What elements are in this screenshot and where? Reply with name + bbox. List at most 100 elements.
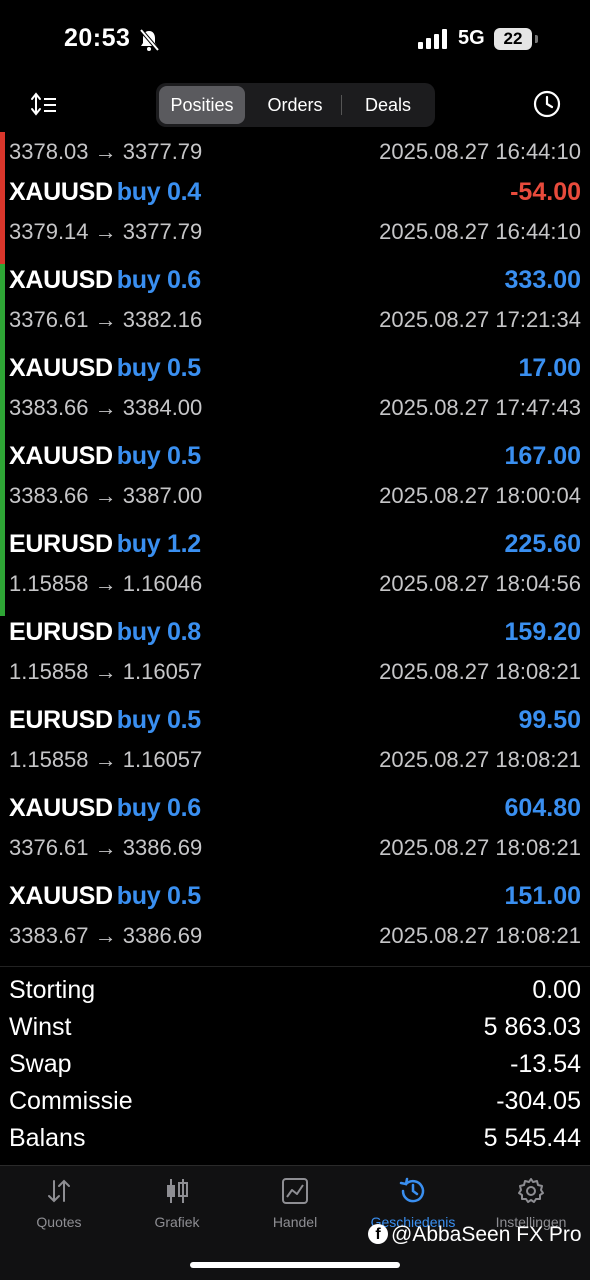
bell-muted-icon	[139, 28, 160, 52]
loss-indicator-bar	[0, 132, 5, 176]
deals-list: 3378.03 → 3377.79 2025.08.27 16:44:10 XA…	[0, 132, 590, 967]
deal-profit: 159.20	[504, 618, 581, 646]
deal-prices: 3383.67 → 3386.69	[9, 923, 203, 948]
list-item[interactable]: XAUUSD buy 0.5 167.00 3383.66 → 3387.00 2…	[0, 440, 590, 528]
summary-row-commissie: Commissie -304.05	[0, 1085, 590, 1122]
deal-profit: 225.60	[504, 530, 581, 558]
deal-profit: 604.80	[504, 794, 581, 822]
list-item[interactable]: XAUUSD buy 0.5 151.00 3383.67 → 3386.69 2…	[0, 880, 590, 967]
summary-value: 0.00	[532, 976, 581, 1004]
list-item[interactable]: EURUSD buy 0.5 99.50 1.15858 → 1.16057 20…	[0, 704, 590, 792]
summary-value: -13.54	[510, 1050, 581, 1078]
profit-indicator-bar	[0, 440, 5, 528]
deal-symbol: XAUUSD buy 0.6	[9, 794, 201, 822]
segmented-control: Posities Orders Deals	[156, 83, 435, 127]
summary-label: Winst	[9, 1013, 72, 1041]
deal-profit: 99.50	[518, 706, 581, 734]
deal-prices: 1.15858 → 1.16057	[9, 747, 203, 772]
summary-value: 5 863.03	[483, 1013, 581, 1041]
deal-symbol: XAUUSD buy 0.5	[9, 882, 201, 910]
candlestick-icon	[167, 1179, 188, 1203]
list-item[interactable]: XAUUSD buy 0.6 604.80 3376.61 → 3386.69 2…	[0, 792, 590, 880]
deal-symbol: XAUUSD buy 0.4	[9, 178, 201, 206]
segment-divider	[341, 95, 342, 115]
deal-prices: 1.15858 → 1.16057	[9, 659, 203, 684]
gear-icon	[518, 1178, 544, 1203]
sort-icon[interactable]	[30, 91, 58, 119]
deal-symbol: EURUSD buy 0.8	[9, 618, 201, 646]
deal-symbol: XAUUSD buy 0.6	[9, 266, 201, 294]
trade-chart-icon	[282, 1178, 308, 1204]
deal-symbol: XAUUSD buy 0.5	[9, 442, 201, 470]
deal-symbol: EURUSD buy 1.2	[9, 530, 201, 558]
watermark: f @AbbaSeen FX Pro	[368, 1222, 582, 1248]
clock-icon[interactable]	[532, 89, 562, 119]
summary-row-swap: Swap -13.54	[0, 1048, 590, 1085]
deal-prices: 3383.66 → 3384.00	[9, 395, 203, 420]
deal-profit: 17.00	[518, 354, 581, 382]
list-item[interactable]: XAUUSD buy 0.5 17.00 3383.66 → 3384.00 20…	[0, 352, 590, 440]
deal-date: 2025.08.27 18:08:21	[379, 659, 581, 684]
summary-divider	[0, 966, 590, 967]
tab-grafiek[interactable]: Grafiek	[118, 1176, 236, 1236]
deal-date: 2025.08.27 18:00:04	[379, 483, 581, 508]
facebook-icon: f	[368, 1224, 388, 1244]
summary-value: 5 545.44	[483, 1124, 581, 1152]
deal-date: 2025.08.27 16:44:10	[379, 219, 581, 244]
profit-indicator-bar	[0, 264, 5, 352]
home-indicator[interactable]	[190, 1262, 400, 1268]
list-item[interactable]: XAUUSD buy 0.4 -54.00 3379.14 → 3377.79 2…	[0, 176, 590, 264]
quotes-icon	[48, 1179, 70, 1203]
summary-label: Commissie	[9, 1087, 133, 1115]
deal-profit: -54.00	[510, 178, 581, 206]
deal-prices: 3376.61 → 3382.16	[9, 307, 203, 332]
summary-label: Swap	[9, 1050, 72, 1078]
deal-date: 2025.08.27 18:08:21	[379, 835, 581, 860]
summary-row-balans: Balans 5 545.44	[0, 1122, 590, 1159]
deal-prices: 3376.61 → 3386.69	[9, 835, 203, 860]
tab-label: Grafiek	[154, 1214, 200, 1230]
list-item[interactable]: XAUUSD buy 0.6 333.00 3376.61 → 3382.16 2…	[0, 264, 590, 352]
battery-icon: 22	[494, 28, 532, 50]
profit-indicator-bar	[0, 352, 5, 440]
deal-prices: 3383.66 → 3387.00	[9, 483, 203, 508]
tab-label: Handel	[272, 1214, 318, 1230]
deal-profit: 167.00	[504, 442, 581, 470]
status-bar: 20:53 5G 22	[0, 0, 590, 80]
deal-date: 2025.08.27 17:47:43	[379, 395, 581, 420]
deal-date: 2025.08.27 18:08:21	[379, 923, 581, 948]
tab-orders[interactable]: Orders	[250, 86, 340, 124]
signal-icon	[418, 29, 447, 49]
deal-profit: 333.00	[504, 266, 581, 294]
battery-tip	[535, 35, 538, 43]
deal-prices: 3378.03 → 3377.79	[9, 139, 203, 164]
deal-profit: 151.00	[504, 882, 581, 910]
network-type: 5G	[458, 27, 485, 49]
list-item[interactable]: EURUSD buy 1.2 225.60 1.15858 → 1.16046 2…	[0, 528, 590, 616]
list-item[interactable]: EURUSD buy 0.8 159.20 1.15858 → 1.16057 2…	[0, 616, 590, 704]
deal-date: 2025.08.27 18:04:56	[379, 571, 581, 596]
summary-row-winst: Winst 5 863.03	[0, 1011, 590, 1048]
deal-date: 2025.08.27 17:21:34	[379, 307, 581, 332]
tab-quotes[interactable]: Quotes	[0, 1176, 118, 1236]
profit-indicator-bar	[0, 528, 5, 616]
deal-date: 2025.08.27 18:08:21	[379, 747, 581, 772]
tab-label: Quotes	[36, 1214, 82, 1230]
tab-posities[interactable]: Posities	[159, 86, 245, 124]
deal-prices: 3379.14 → 3377.79	[9, 219, 203, 244]
summary-value: -304.05	[496, 1087, 581, 1115]
tab-handel[interactable]: Handel	[236, 1176, 354, 1236]
history-icon	[399, 1177, 425, 1203]
deal-date: 2025.08.27 16:44:10	[379, 139, 581, 164]
deal-symbol: XAUUSD buy 0.5	[9, 354, 201, 382]
loss-indicator-bar	[0, 176, 5, 264]
status-time: 20:53	[64, 24, 131, 52]
summary-label: Storting	[9, 976, 96, 1004]
deal-symbol: EURUSD buy 0.5	[9, 706, 201, 734]
deal-prices: 1.15858 → 1.16046	[9, 571, 203, 596]
list-item[interactable]: 3378.03 → 3377.79 2025.08.27 16:44:10	[0, 132, 590, 176]
toolbar: Posities Orders Deals	[0, 80, 590, 132]
tab-deals[interactable]: Deals	[344, 86, 432, 124]
summary-label: Balans	[9, 1124, 86, 1152]
summary-row-storting: Storting 0.00	[0, 974, 590, 1011]
